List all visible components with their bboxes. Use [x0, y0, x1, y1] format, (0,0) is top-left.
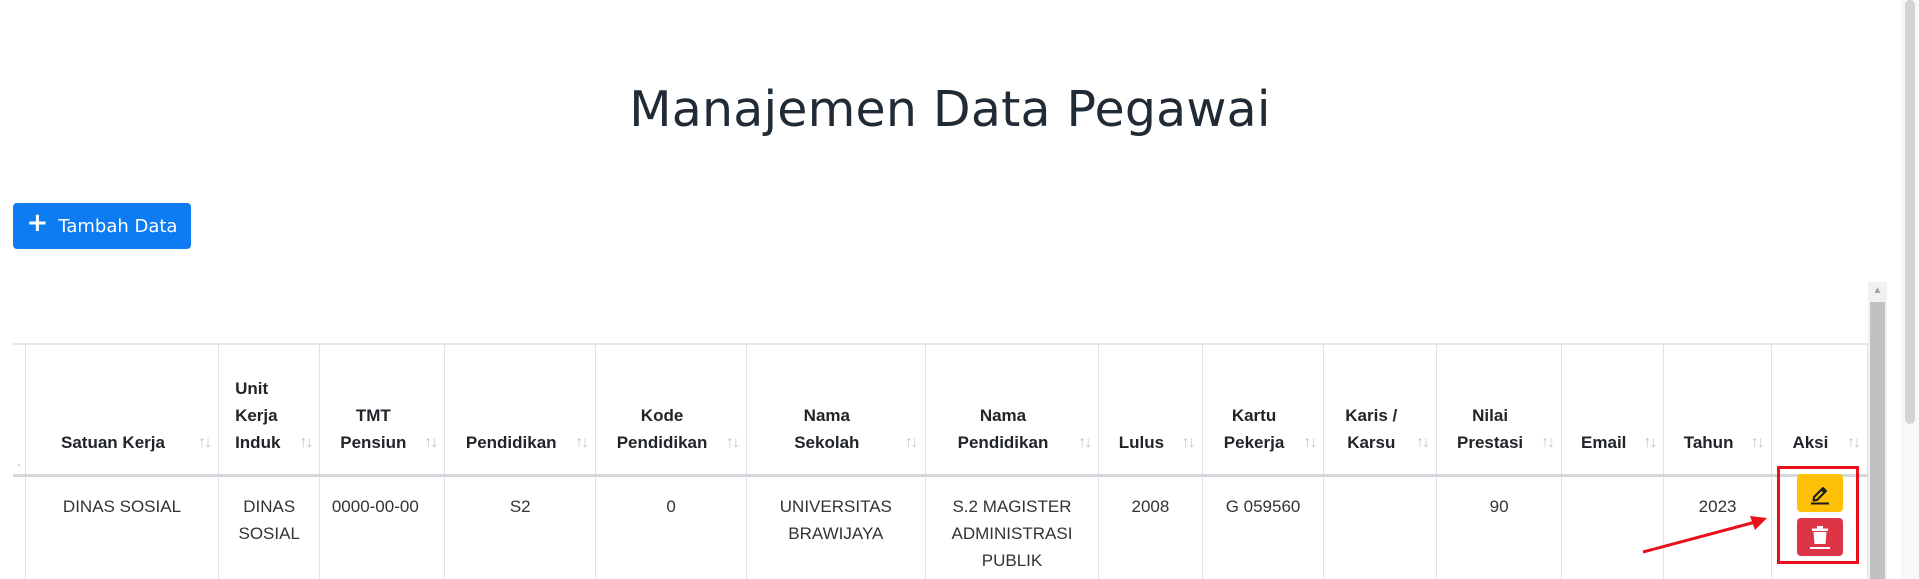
table-cell-tmt-pensiun: 0000-00-00 — [319, 475, 446, 579]
page-scrollbar-thumb[interactable] — [1905, 0, 1915, 424]
sort-arrows-icon: ↑↓ — [1181, 434, 1196, 451]
table-cell-nama-pendidikan: S.2 MAGISTER ADMINISTRASI PUBLIK — [925, 475, 1100, 579]
delete-button[interactable] — [1797, 518, 1843, 556]
column-header-tahun[interactable]: Tahun ↑↓ — [1663, 344, 1772, 476]
page-scrollbar[interactable] — [1901, 0, 1919, 579]
add-data-label: Tambah Data — [58, 215, 178, 237]
add-data-button[interactable]: + Tambah Data — [13, 203, 191, 249]
table-cell-kartu-pekerja: G 059560 — [1202, 475, 1325, 579]
sort-arrows-icon: ↑↓ — [1750, 434, 1765, 451]
trash-icon — [1810, 526, 1830, 549]
edit-button[interactable] — [1797, 474, 1843, 512]
sort-arrows-icon: ↑↓ — [299, 434, 313, 451]
pencil-icon — [1811, 487, 1829, 505]
column-header-satuan-kerja[interactable]: Satuan Kerja ↑↓ — [25, 344, 220, 476]
sort-arrows-icon: ↑↓ — [198, 434, 212, 451]
page-title: Manajemen Data Pegawai — [629, 81, 1271, 138]
sort-arrows-icon: ↑↓ — [1847, 434, 1861, 451]
column-header-karis-karsu[interactable]: Karis / Karsu ↑↓ — [1323, 344, 1438, 476]
column-header-nama-sekolah[interactable]: Nama Sekolah ↑↓ — [746, 344, 926, 476]
table-row: DINAS SOSIAL DINAS SOSIAL 0000-00-00 S2 … — [13, 475, 1868, 579]
column-header-aksi[interactable]: Aksi ↑↓ — [1771, 344, 1868, 476]
sort-arrows-icon: ↑↓ — [1078, 434, 1092, 451]
table-cell-nama-sekolah: UNIVERSITAS BRAWIJAYA — [746, 475, 926, 579]
sort-arrows-icon: ↑↓ — [1416, 434, 1430, 451]
sort-arrows-icon: ↑↓ — [904, 434, 919, 451]
table-cell-nilai-prestasi: 90 — [1436, 475, 1563, 579]
sort-arrows-icon: ↑↓ — [424, 434, 438, 451]
column-header-lulus[interactable]: Lulus ↑↓ — [1098, 344, 1203, 476]
column-header-nama-pendidikan[interactable]: Nama Pendidikan ↑↓ — [925, 344, 1100, 476]
table-scrollbar-thumb[interactable] — [1870, 302, 1885, 579]
column-header-nilai-prestasi[interactable]: Nilai Prestasi ↑↓ — [1436, 344, 1563, 476]
table-cell-satuan-kerja: DINAS SOSIAL — [25, 475, 220, 579]
sort-arrows-icon: ↑↓ — [1541, 434, 1555, 451]
column-header-email[interactable]: Email ↑↓ — [1561, 344, 1665, 476]
column-header-tmt-pensiun[interactable]: TMT Pensiun ↑↓ — [319, 344, 446, 476]
column-header-unit-kerja-induk[interactable]: Unit Kerja Induk ↑↓ — [218, 344, 321, 476]
employee-table-container: . Satuan Kerja ↑↓ Unit Kerja Induk ↑↓ TMT … — [13, 343, 1868, 579]
table-header-row: . Satuan Kerja ↑↓ Unit Kerja Induk ↑↓ TMT … — [13, 344, 1868, 476]
column-header-kode-pendidikan[interactable]: Kode Pendidikan ↑↓ — [595, 344, 747, 476]
table-cell — [13, 475, 26, 579]
sort-arrows-icon: ↑↓ — [725, 434, 740, 451]
scroll-up-arrow-icon[interactable]: ▲ — [1868, 282, 1887, 299]
table-cell-lulus: 2008 — [1098, 475, 1203, 579]
sort-arrows-icon: ↑↓ — [1643, 434, 1657, 451]
column-header-first[interactable]: . — [13, 344, 26, 476]
column-header-pendidikan[interactable]: Pendidikan ↑↓ — [444, 344, 597, 476]
table-cell-karis-karsu — [1323, 475, 1438, 579]
table-scrollbar[interactable]: ▲ — [1868, 282, 1887, 579]
table-cell-unit-kerja-induk: DINAS SOSIAL — [218, 475, 321, 579]
sort-arrows-icon: ↑↓ — [1303, 434, 1317, 451]
table-cell-kode-pendidikan: 0 — [595, 475, 747, 579]
annotation-arrow-icon — [1642, 516, 1767, 554]
column-header-kartu-pekerja[interactable]: Kartu Pekerja ↑↓ — [1202, 344, 1325, 476]
table-cell-pendidikan: S2 — [444, 475, 597, 579]
employee-table: . Satuan Kerja ↑↓ Unit Kerja Induk ↑↓ TMT … — [13, 343, 1868, 579]
sort-arrows-icon: ↑↓ — [575, 434, 589, 451]
plus-icon: + — [26, 208, 49, 238]
